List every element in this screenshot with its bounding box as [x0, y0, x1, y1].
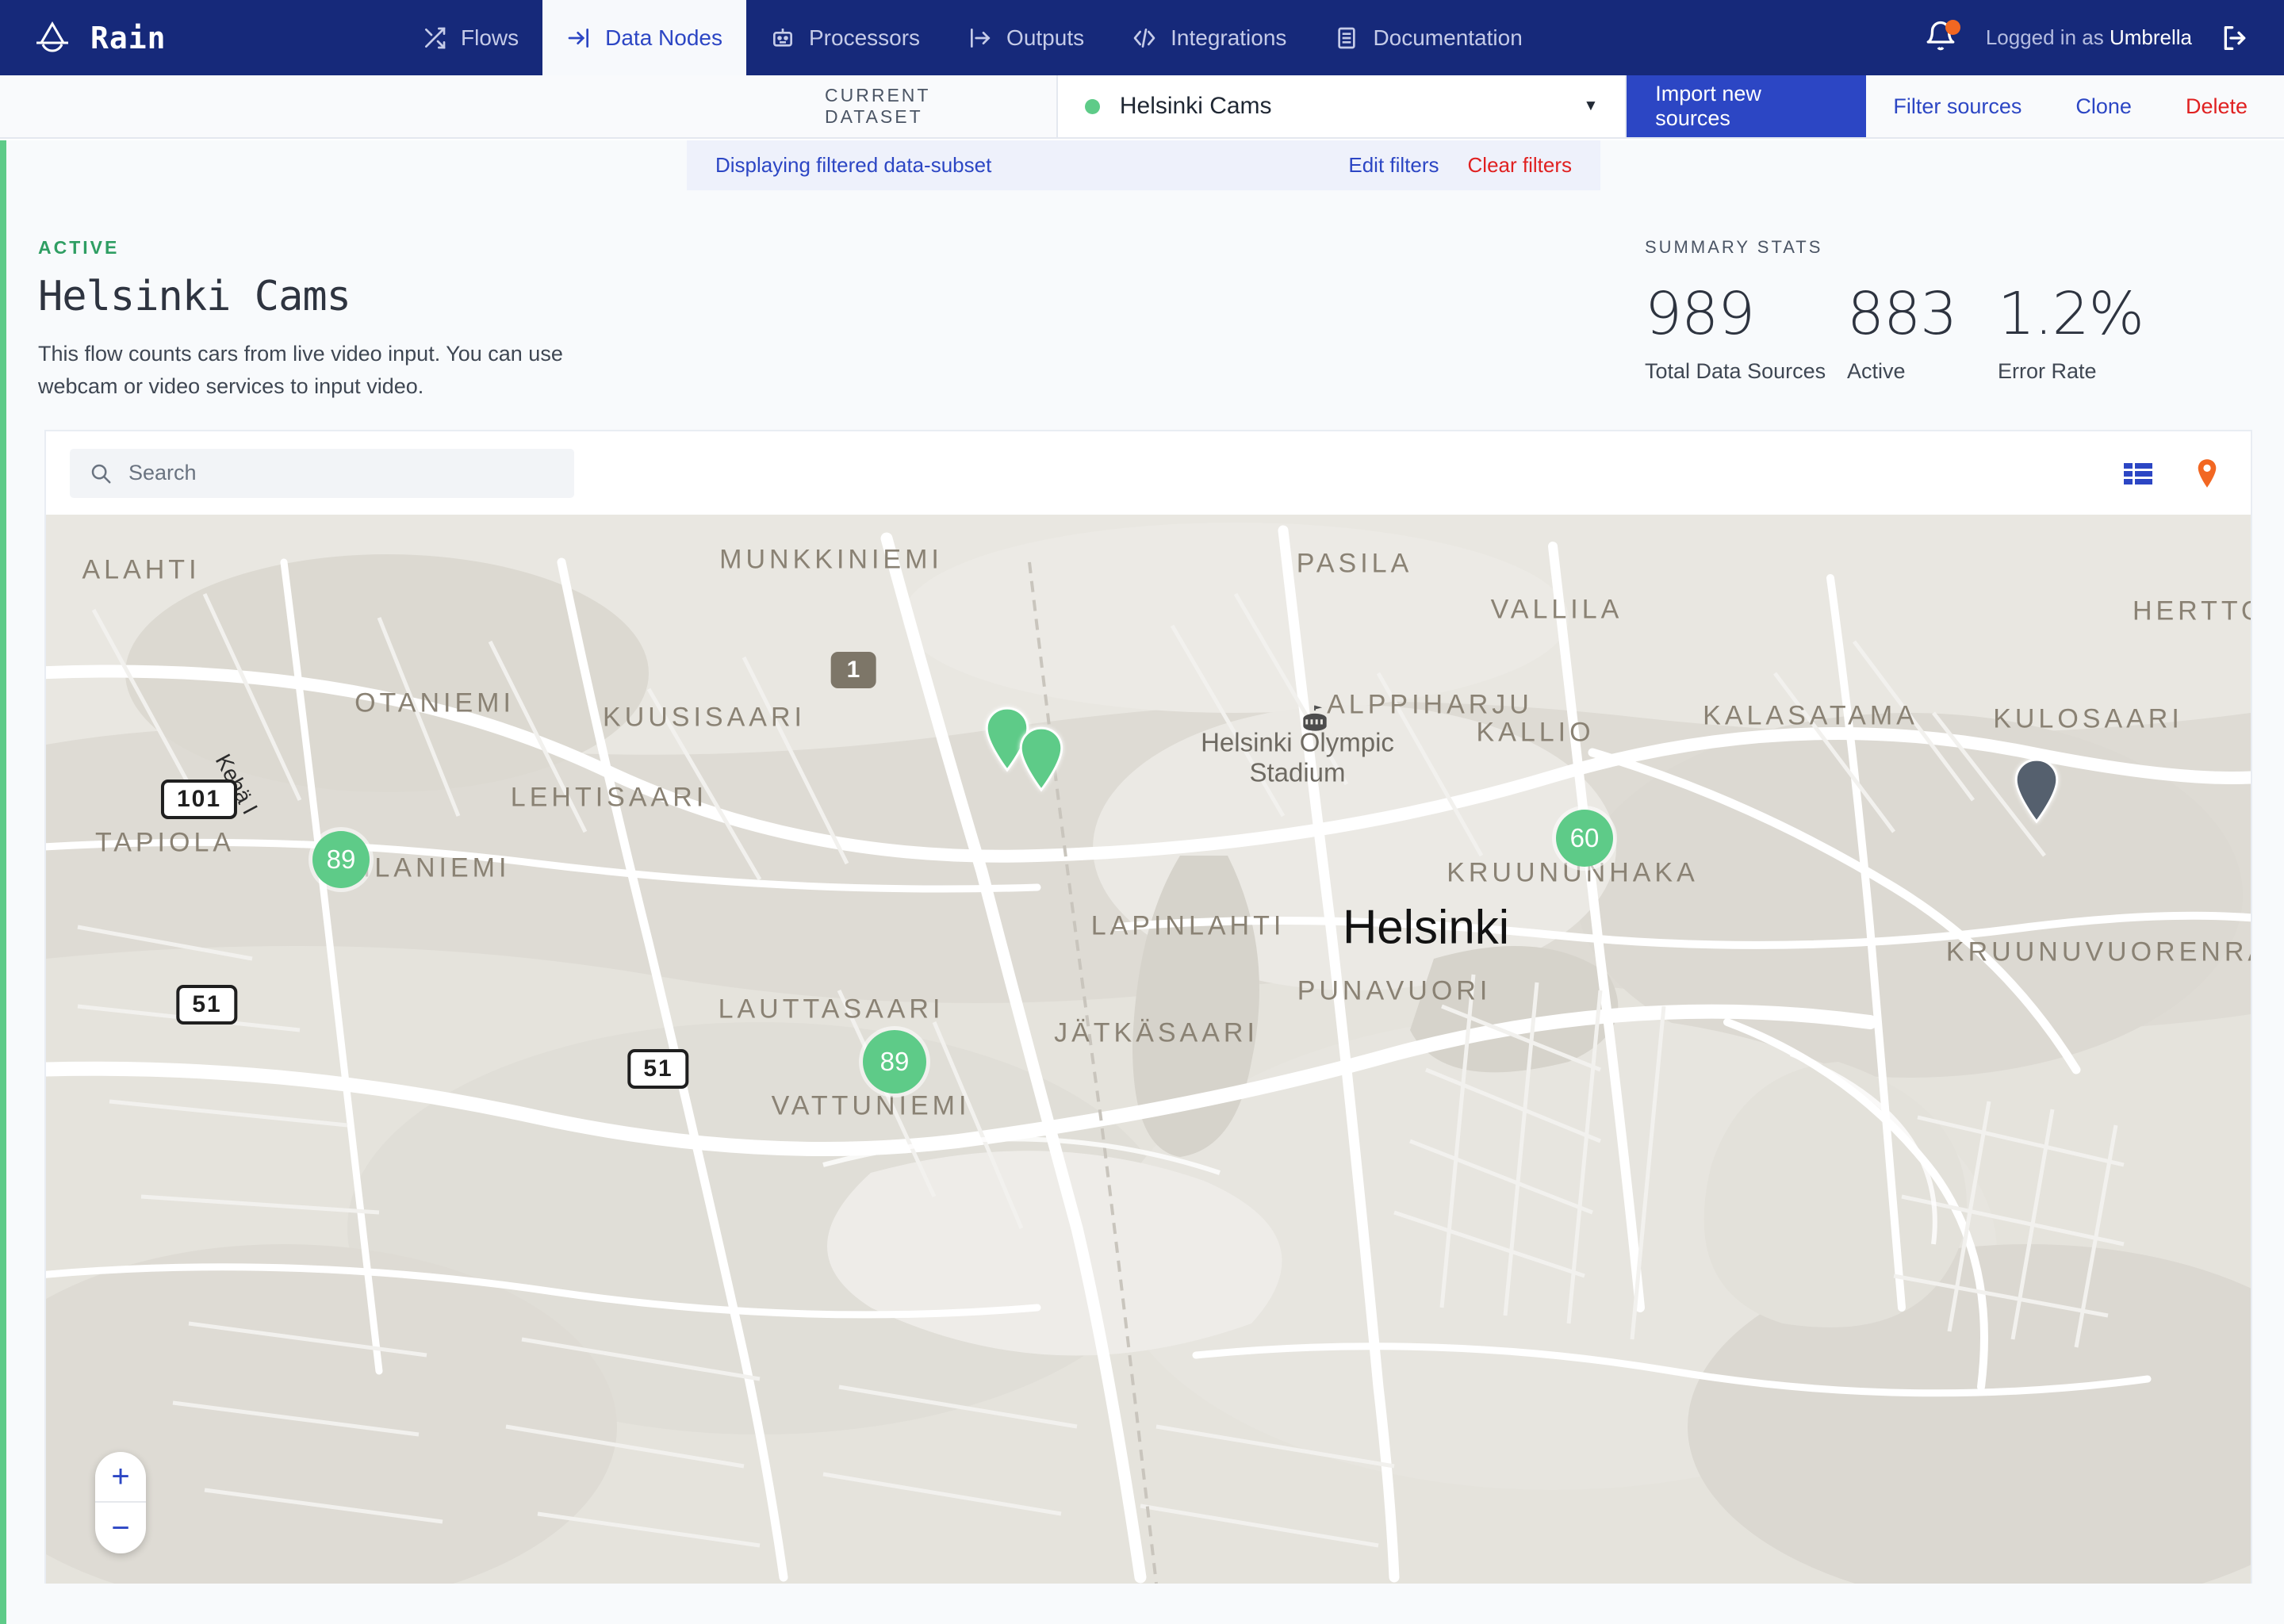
username: Umbrella: [2109, 25, 2192, 49]
edit-filters-link[interactable]: Edit filters: [1348, 153, 1439, 178]
nav-label: Data Nodes: [605, 25, 722, 50]
map-zoom-out-button[interactable]: −: [95, 1503, 146, 1553]
arrow-from-line-icon: [968, 25, 993, 51]
nav-item-processors[interactable]: Processors: [746, 0, 944, 75]
import-new-sources-button[interactable]: Import new sources: [1627, 75, 1867, 137]
logged-in-status: Logged in as Umbrella: [1986, 25, 2192, 50]
map-cluster-marker[interactable]: 89: [312, 831, 370, 888]
clone-button[interactable]: Clone: [2048, 75, 2159, 137]
map-cluster-marker[interactable]: 60: [1556, 810, 1613, 867]
dataset-status-dot: [1084, 98, 1100, 114]
nav-item-integrations[interactable]: Integrations: [1108, 0, 1310, 75]
summary-stats: SUMMARY STATS 989 Total Data Sources 883…: [1645, 237, 2144, 384]
view-toggle-group: [2124, 458, 2219, 488]
stat-label: Active: [1847, 359, 1906, 384]
map-marker-pin-inactive[interactable]: [2010, 757, 2063, 824]
search-icon: [89, 462, 113, 485]
search-placeholder: Search: [128, 461, 197, 485]
panel-toolbar: Search: [46, 431, 2251, 515]
page-title: Helsinki Cams: [38, 273, 351, 320]
top-navigation-bar: Rain Flows Data Nodes Processors Outputs…: [0, 0, 2284, 75]
map-canvas: [46, 515, 2251, 1584]
summary-stats-label: SUMMARY STATS: [1645, 237, 1823, 257]
nav-label: Documentation: [1373, 25, 1523, 50]
page-description: This flow counts cars from live video in…: [38, 342, 563, 398]
stat-error-rate: 1.2% Error Rate: [1998, 280, 2144, 384]
current-dataset-label: CURRENT DATASET: [825, 85, 931, 127]
notification-dot: [1945, 19, 1960, 35]
book-icon: [1334, 25, 1359, 51]
stat-value: 1.2%: [1998, 280, 2144, 348]
main-content: ACTIVE Helsinki Cams This flow counts ca…: [0, 140, 2284, 1624]
road-shield: 101: [160, 779, 238, 819]
stat-active: 883 Active: [1847, 280, 1998, 384]
map-zoom-in-button[interactable]: +: [95, 1452, 146, 1503]
chevron-down-icon: ▼: [1583, 98, 1599, 114]
dataset-toolbar: CURRENT DATASET Helsinki Cams ▼ Import n…: [0, 75, 2284, 139]
code-brackets-icon: [1132, 25, 1157, 51]
bell-icon[interactable]: [1924, 19, 1960, 57]
stat-value: 883: [1847, 280, 1957, 348]
sources-panel: Search ALAHTI MUNKKINIEMI PASILA VALLILA…: [44, 430, 2252, 1584]
shuffle-icon: [422, 25, 447, 51]
nav-label: Integrations: [1171, 25, 1287, 50]
nav-label: Processors: [809, 25, 921, 50]
search-input[interactable]: Search: [70, 448, 574, 498]
filter-sources-button[interactable]: Filter sources: [1866, 75, 2048, 137]
map-pin-view-icon[interactable]: [2195, 458, 2219, 488]
map-view[interactable]: ALAHTI MUNKKINIEMI PASILA VALLILA HERTTO…: [46, 515, 2251, 1584]
nav-item-documentation[interactable]: Documentation: [1310, 0, 1546, 75]
nav-item-flows[interactable]: Flows: [398, 0, 542, 75]
stat-total-data-sources: 989 Total Data Sources: [1645, 280, 1847, 384]
road-shield: 51: [176, 985, 238, 1025]
logged-in-prefix: Logged in as: [1985, 25, 2110, 49]
brand-logo[interactable]: Rain: [0, 0, 398, 75]
stat-label: Error Rate: [1998, 359, 2097, 384]
filter-notice-message: Displaying filtered data-subset: [715, 153, 992, 177]
dataset-selected-name: Helsinki Cams: [1119, 93, 1272, 119]
arrow-to-line-icon: [566, 25, 592, 51]
nav-label: Outputs: [1006, 25, 1085, 50]
nav-right-group: Logged in as Umbrella: [1924, 0, 2284, 75]
nav-item-outputs[interactable]: Outputs: [944, 0, 1108, 75]
page-header: ACTIVE Helsinki Cams This flow counts ca…: [38, 237, 1228, 402]
stat-label: Total Data Sources: [1645, 359, 1826, 384]
robot-icon: [770, 25, 795, 51]
status-badge: ACTIVE: [38, 237, 120, 258]
table-view-icon[interactable]: [2124, 462, 2152, 485]
dataset-select[interactable]: Helsinki Cams ▼: [1056, 75, 1627, 137]
stat-value: 989: [1645, 280, 1755, 348]
filter-notice-bar: Displaying filtered data-subset Edit fil…: [687, 140, 1600, 190]
motorway-shield: 1: [830, 652, 876, 688]
brand-name: Rain: [90, 20, 167, 56]
map-zoom-controls: + −: [95, 1452, 146, 1553]
nav-item-data-nodes[interactable]: Data Nodes: [542, 0, 746, 75]
road-shield: 51: [627, 1049, 689, 1089]
nav-label: Flows: [461, 25, 519, 50]
map-marker-pin[interactable]: [1015, 726, 1067, 792]
clear-filters-link[interactable]: Clear filters: [1468, 153, 1572, 178]
map-cluster-marker[interactable]: 89: [863, 1030, 926, 1094]
delete-button[interactable]: Delete: [2159, 75, 2284, 137]
rain-logo-icon: [32, 17, 73, 59]
logout-icon[interactable]: [2219, 22, 2251, 54]
summary-stats-row: 989 Total Data Sources 883 Active 1.2% E…: [1645, 280, 2144, 384]
